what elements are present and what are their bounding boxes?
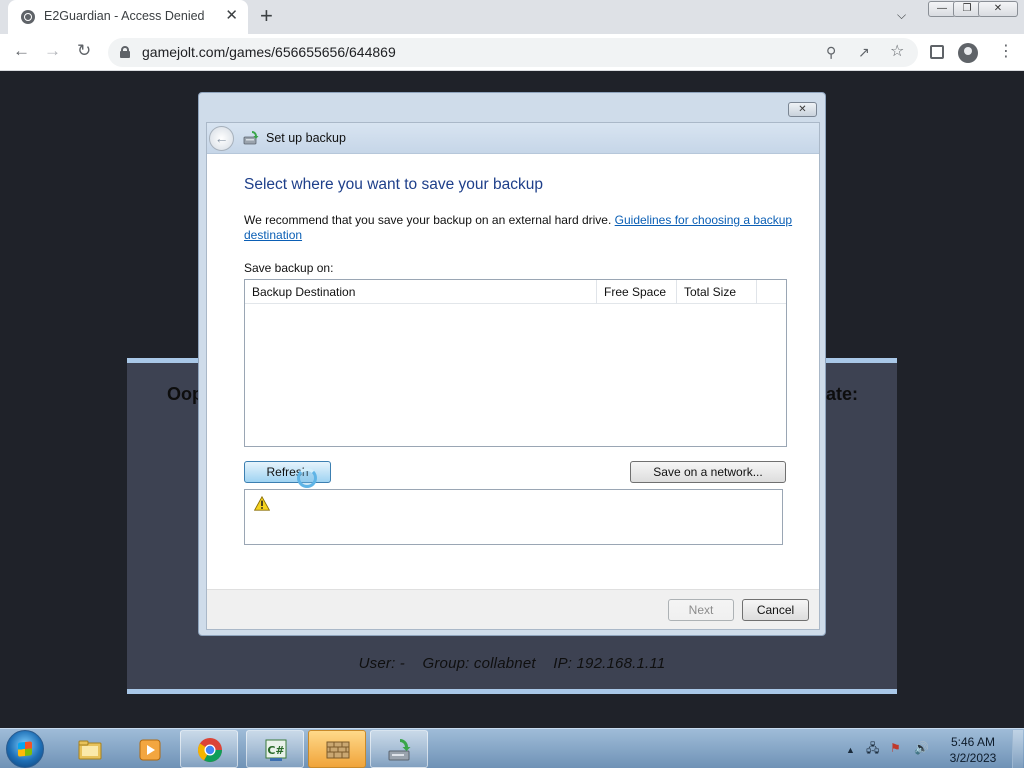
menu-kebab-icon[interactable]: ⋮ (998, 43, 1014, 61)
clock-date: 3/2/2023 (949, 751, 997, 765)
column-backup-destination[interactable]: Backup Destination (245, 280, 597, 304)
taskbar-firewall[interactable] (308, 730, 366, 768)
firewall-icon (326, 741, 350, 759)
start-button[interactable] (6, 730, 44, 768)
recommendation-sentence: We recommend that you save your backup o… (244, 213, 615, 227)
page-heading: Select where you want to save your backu… (244, 176, 543, 193)
clock-time: 5:46 AM (950, 735, 996, 749)
show-desktop-button[interactable] (1012, 730, 1023, 768)
taskbar-chrome[interactable] (180, 730, 238, 768)
lock-icon[interactable] (120, 46, 130, 58)
list-header: Backup Destination Free Space Total Size (245, 280, 786, 304)
new-tab-button[interactable]: + (260, 5, 273, 27)
refresh-button[interactable]: Refresh (244, 461, 331, 483)
recommendation-text: We recommend that you save your backup o… (244, 213, 794, 243)
warning-icon (254, 496, 270, 511)
access-denied-date-label: ate: (826, 384, 859, 404)
bookmark-star-icon[interactable]: ☆ (890, 44, 904, 60)
network-tray-icon[interactable]: 🖧 (866, 741, 879, 755)
url-text[interactable]: gamejolt.com/games/656655656/644869 (142, 44, 396, 60)
csharp-icon: C# (265, 739, 287, 761)
minimize-button[interactable]: — (928, 1, 956, 17)
address-bar[interactable]: gamejolt.com/games/656655656/644869 ⚲ ↗ … (108, 38, 918, 67)
taskbar-windows-explorer[interactable] (60, 730, 118, 768)
side-panel-icon[interactable] (930, 45, 944, 59)
taskbar-csharp-editor[interactable]: C# (246, 730, 304, 768)
dialog-close-button[interactable]: ✕ (788, 102, 817, 117)
next-button[interactable]: Next (668, 599, 734, 621)
svg-text:C#: C# (267, 744, 284, 757)
search-icon[interactable]: ⚲ (826, 44, 836, 60)
backup-destination-list[interactable]: Backup Destination Free Space Total Size (244, 279, 787, 447)
reload-icon[interactable]: ↻ (77, 41, 91, 61)
restore-button[interactable]: ❐ (953, 1, 981, 17)
share-icon[interactable]: ↗ (858, 44, 870, 60)
action-center-flag-icon[interactable]: ⚑ (890, 741, 901, 755)
user-info-line: User: - Group: collabnet IP: 192.168.1.1… (358, 655, 666, 672)
back-arrow-icon[interactable]: ← (13, 41, 30, 61)
dialog-header: ← Set up backup (207, 123, 819, 154)
taskbar: C# ▲ 🖧 ⚑ 🔊 5:46 AM 3/2/2023 (0, 728, 1024, 768)
dialog-content: ← Set up backup Select where you want to… (206, 122, 820, 630)
tab-close-button[interactable]: ✕ (225, 8, 238, 24)
backup-icon (243, 131, 259, 145)
setup-backup-dialog: ✕ ← Set up backup Select where you want … (198, 92, 826, 636)
system-clock[interactable]: 5:46 AM 3/2/2023 (940, 734, 1006, 766)
chrome-icon (198, 738, 222, 763)
taskbar-backup-restore[interactable] (370, 730, 428, 768)
backup-restore-icon (388, 739, 411, 761)
window-close-button[interactable]: ✕ (978, 1, 1018, 17)
save-on-network-button[interactable]: Save on a network... (630, 461, 786, 483)
forward-arrow-icon[interactable]: → (44, 41, 61, 61)
dialog-footer: Next Cancel (207, 589, 819, 629)
busy-cursor-icon (297, 468, 317, 488)
column-free-space[interactable]: Free Space (597, 280, 677, 304)
save-backup-on-label: Save backup on: (244, 261, 334, 275)
globe-icon (21, 10, 35, 24)
column-total-size[interactable]: Total Size (677, 280, 757, 304)
taskbar-media-player[interactable] (120, 730, 178, 768)
back-button[interactable]: ← (209, 126, 234, 151)
media-player-icon (139, 739, 161, 761)
tab-search-chevron-icon[interactable]: ⌵ (897, 8, 906, 23)
cancel-button[interactable]: Cancel (742, 599, 809, 621)
folder-icon (78, 740, 102, 760)
status-message-box (244, 489, 783, 545)
profile-avatar-icon[interactable] (958, 43, 978, 63)
dialog-title: Set up backup (266, 131, 346, 145)
show-hidden-icons-chevron[interactable]: ▲ (846, 743, 855, 757)
volume-icon[interactable]: 🔊 (914, 741, 929, 755)
browser-tab[interactable]: E2Guardian - Access Denied ✕ (8, 0, 248, 34)
tab-title: E2Guardian - Access Denied (44, 9, 205, 23)
tab-strip: E2Guardian - Access Denied ✕ + ⌵ — ❐ ✕ (0, 0, 1024, 34)
browser-toolbar: ← → ↻ gamejolt.com/games/656655656/64486… (0, 34, 1024, 71)
